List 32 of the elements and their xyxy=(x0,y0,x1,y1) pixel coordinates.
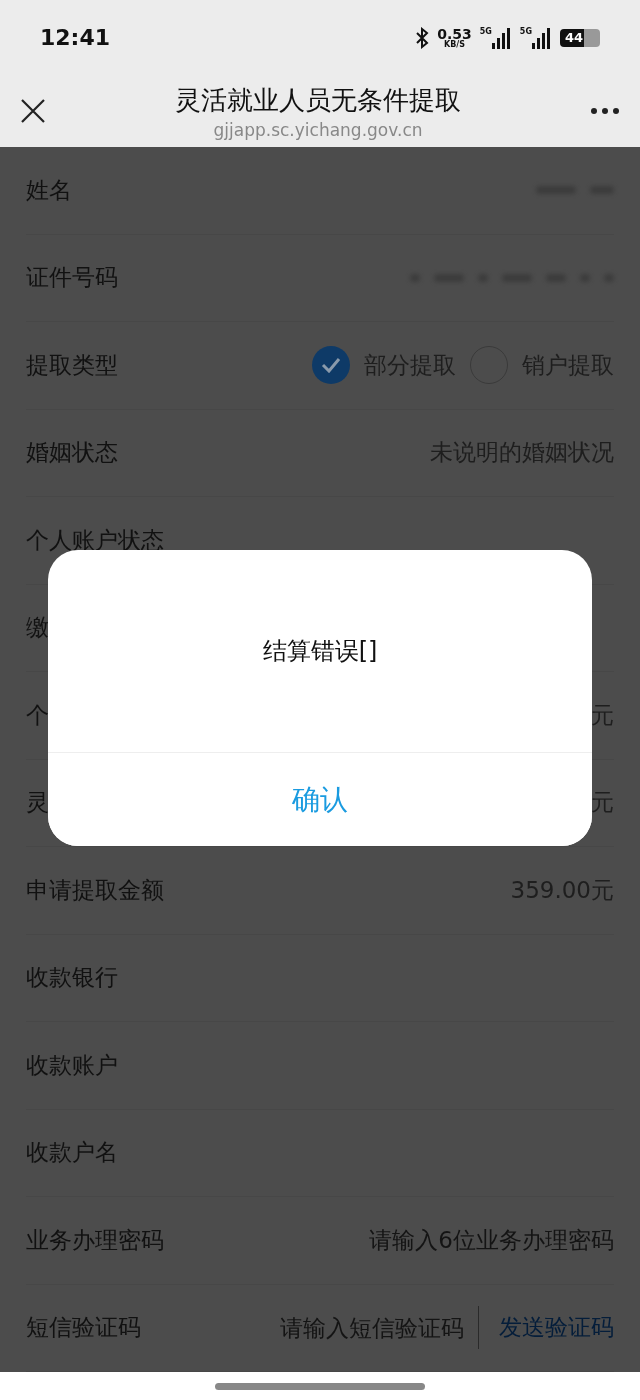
send-code-button[interactable]: 发送验证码 xyxy=(478,1306,614,1350)
field-label: 缴 xyxy=(26,613,49,643)
field-label: 收款银行 xyxy=(26,963,118,993)
field-label: 证件号码 xyxy=(26,263,118,293)
speed-unit: KB/S xyxy=(443,40,465,49)
home-indicator[interactable] xyxy=(215,1382,425,1390)
field-label: 申请提取金额 xyxy=(26,875,164,905)
network-type: 5G xyxy=(479,26,492,36)
page-title: 灵活就业人员无条件提取 xyxy=(175,83,461,117)
signal-icon xyxy=(491,26,512,49)
more-icon[interactable] xyxy=(590,107,620,115)
close-icon[interactable] xyxy=(20,98,46,124)
signal-icon xyxy=(532,26,552,49)
field-label: 业务办理密码 xyxy=(26,1225,164,1255)
bluetooth-icon xyxy=(415,26,430,49)
password-field[interactable]: 请输入6位业务办理密码 xyxy=(314,1227,614,1254)
clock: 12:41 xyxy=(40,25,111,50)
field-label: 提取类型 xyxy=(26,350,118,380)
field-label: 短信验证码 xyxy=(26,1313,141,1343)
field-label: 姓名 xyxy=(26,175,72,205)
battery-level: 44 xyxy=(565,31,584,44)
field-label: 收款账户 xyxy=(26,1050,118,1080)
dialog-message: 结算错误[] xyxy=(262,636,378,667)
network-type: 5G xyxy=(519,26,532,36)
network-speed: 0.53 xyxy=(437,26,472,41)
field-label: 个 xyxy=(26,700,49,730)
code-field[interactable]: 请输入短信验证码 xyxy=(234,1314,464,1341)
field-label: 婚姻状态 xyxy=(26,438,118,468)
check-icon xyxy=(321,357,341,374)
field-label: 灵 xyxy=(26,788,49,818)
field-label: 收款户名 xyxy=(26,1138,118,1168)
page-url: gjjapp.sc.yichang.gov.cn xyxy=(213,119,423,140)
